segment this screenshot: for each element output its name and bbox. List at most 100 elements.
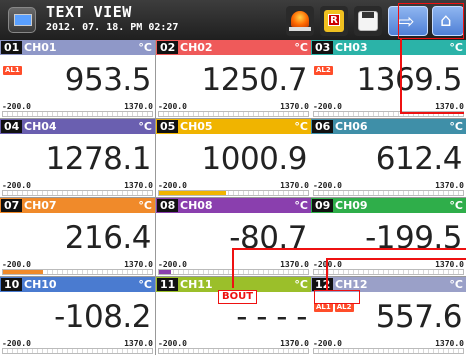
datetime: 2012. 07. 18. PM 02:27 (46, 22, 179, 33)
bar-graph (2, 190, 153, 196)
channel-number: 09 (312, 199, 334, 212)
channel-number: 03 (312, 41, 334, 54)
bar-graph (158, 269, 309, 275)
scale-min: -200.0 (2, 181, 31, 190)
scale-min: -200.0 (2, 260, 31, 269)
channel-cell[interactable]: 01 CH01 °C AL1 953.5 -200.0 1370.0 (0, 40, 155, 118)
channel-value: 953.5 (64, 62, 152, 98)
channel-cell[interactable]: 06 CH06 °C 612.4 -200.0 1370.0 (311, 119, 466, 197)
alarm-lamp-button[interactable] (286, 6, 314, 36)
channel-title-bar: 02 CH02 °C (156, 40, 311, 55)
bar-graph-fill (3, 270, 44, 274)
scale-max: 1370.0 (280, 339, 309, 348)
scale-min: -200.0 (158, 181, 187, 190)
channel-value: 612.4 (375, 141, 463, 177)
scale-min: -200.0 (313, 339, 342, 348)
bar-graph (2, 269, 153, 275)
channel-title-bar: 06 CH06 °C (311, 119, 466, 134)
scale-min: -200.0 (2, 339, 31, 348)
scale-max: 1370.0 (124, 102, 153, 111)
bout-annotation-label: BOUT (218, 290, 258, 304)
channel-name: CH06 (335, 120, 368, 133)
bar-graph (313, 190, 464, 196)
channel-number: 06 (312, 120, 334, 133)
channel-name: CH11 (180, 278, 213, 291)
channel-unit: °C (294, 120, 308, 133)
channel-title-bar: 09 CH09 °C (311, 198, 466, 213)
channel-number: 05 (157, 120, 179, 133)
channel-cell[interactable]: 03 CH03 °C AL2 1369.5 -200.0 1370.0 (311, 40, 466, 118)
channel-number: 11 (157, 278, 179, 291)
channel-number: 01 (1, 41, 23, 54)
next-arrow-icon: ⇨ (398, 9, 415, 33)
view-icon[interactable] (8, 7, 36, 33)
channel-value: 1250.7 (201, 62, 308, 98)
next-page-button[interactable]: ⇨ (388, 6, 428, 36)
alarm-badge: AL2 (314, 66, 333, 75)
channel-value: -199.5 (365, 220, 462, 256)
channel-title-bar: 10 CH10 °C (0, 277, 155, 292)
bar-graph (158, 190, 309, 196)
channel-unit: °C (138, 120, 152, 133)
channel-title-bar: 04 CH04 °C (0, 119, 155, 134)
channel-cell[interactable]: 08 CH08 °C -80.7 -200.0 1370.0 (156, 198, 311, 276)
alarm-indicators: AL1 (3, 57, 24, 75)
channel-value: 1278.1 (45, 141, 152, 177)
page-title: TEXT VIEW (46, 3, 132, 21)
bar-graph (158, 348, 309, 354)
channel-title-bar: 01 CH01 °C (0, 40, 155, 55)
bar-graph-fill (159, 191, 227, 195)
save-button[interactable] (354, 6, 382, 36)
channel-number: 08 (157, 199, 179, 212)
scale-max: 1370.0 (435, 102, 464, 111)
scale-max: 1370.0 (124, 339, 153, 348)
channel-cell[interactable]: 05 CH05 °C 1000.9 -200.0 1370.0 (156, 119, 311, 197)
channel-value: 1369.5 (356, 62, 463, 98)
channel-cell[interactable]: 12 CH12 °C AL1 AL2 557.6 -200.0 1370.0 (311, 277, 466, 355)
channel-cell[interactable]: 04 CH04 °C 1278.1 -200.0 1370.0 (0, 119, 155, 197)
bar-graph (313, 348, 464, 354)
channel-unit: °C (138, 278, 152, 291)
channel-title-bar: 12 CH12 °C (311, 277, 466, 292)
home-button[interactable]: ⌂ (432, 6, 464, 36)
scale-min: -200.0 (313, 102, 342, 111)
channel-unit: °C (294, 278, 308, 291)
channel-name: CH01 (24, 41, 57, 54)
scale-max: 1370.0 (124, 181, 153, 190)
channel-title-bar: 05 CH05 °C (156, 119, 311, 134)
channel-cell[interactable]: 09CH09°C-199.5-200.01370.0 (311, 198, 466, 276)
channel-name: CH12 (335, 278, 368, 291)
scale-max: 1370.0 (124, 260, 153, 269)
channel-cell[interactable]: 11 CH11 °C - - - - -200.0 1370.0 (156, 277, 311, 355)
alarm-badge: AL2 (334, 303, 354, 312)
alarm-indicators: AL2 (314, 57, 335, 75)
bar-graph (2, 348, 153, 354)
scale-min: -200.0 (158, 102, 187, 111)
channel-cell[interactable]: 07 CH07 °C 216.4 -200.0 1370.0 (0, 198, 155, 276)
alarm-indicators: AL1 AL2 (314, 294, 356, 312)
channel-title-bar: 08 CH08 °C (156, 198, 311, 213)
bar-graph (2, 111, 153, 117)
annotation-line (326, 258, 466, 260)
channel-cell[interactable]: 10 CH10 °C -108.2 -200.0 1370.0 (0, 277, 155, 355)
scale-max: 1370.0 (280, 260, 309, 269)
channel-unit: °C (294, 199, 308, 212)
channel-unit: °C (449, 41, 463, 54)
channel-name: CH05 (180, 120, 213, 133)
bar-graph (313, 269, 464, 275)
channel-unit: °C (294, 41, 308, 54)
channel-value: -108.2 (54, 299, 151, 335)
annotation-line (326, 258, 328, 290)
header-bar: TEXT VIEW 2012. 07. 18. PM 02:27 R ⇨ ⌂ (0, 0, 466, 40)
scale-max: 1370.0 (280, 181, 309, 190)
channel-cell[interactable]: 02 CH02 °C 1250.7 -200.0 1370.0 (156, 40, 311, 118)
scale-min: -200.0 (158, 260, 187, 269)
channel-name: CH04 (24, 120, 57, 133)
scale-max: 1370.0 (435, 260, 464, 269)
channel-value: -80.7 (229, 220, 307, 256)
record-button[interactable]: R (320, 6, 348, 36)
channel-name: CH03 (335, 41, 368, 54)
channel-name: CH10 (24, 278, 57, 291)
channel-name: CH08 (180, 199, 213, 212)
scale-min: -200.0 (158, 339, 187, 348)
